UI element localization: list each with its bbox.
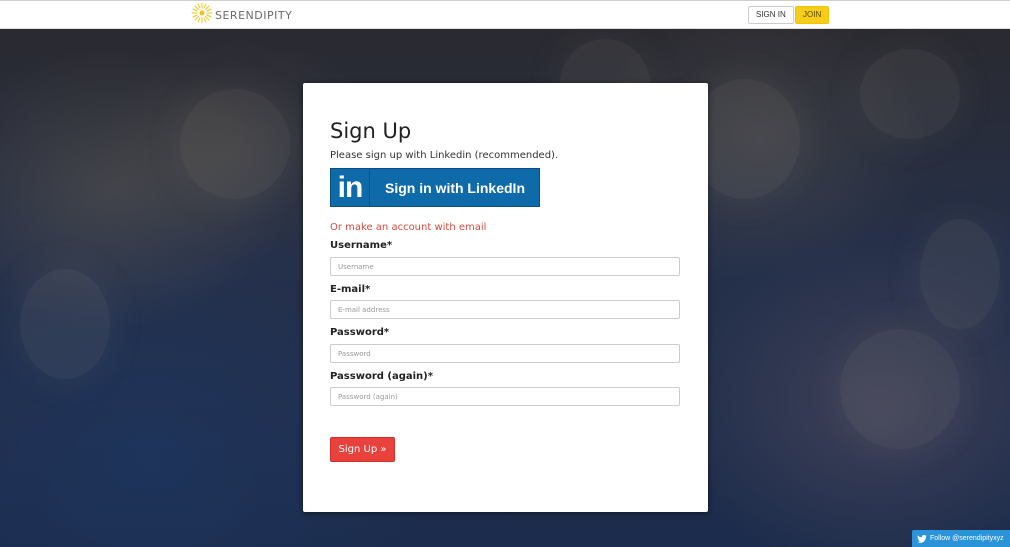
twitter-follow-button[interactable]: Follow @serendipityxyz (912, 530, 1010, 547)
brand-logo-link[interactable]: SERENDIPITY (191, 2, 293, 28)
email-signup-heading: Or make an account with email (330, 222, 487, 233)
brand-name: SERENDIPITY (215, 8, 293, 22)
sign-in-button[interactable]: SIGN IN (748, 6, 794, 24)
password-again-input[interactable] (330, 387, 680, 406)
signup-card: Sign Up Please sign up with Linkedin (re… (303, 83, 708, 512)
username-label: Username* (330, 240, 393, 251)
sign-up-button[interactable]: Sign Up » (330, 437, 395, 462)
top-navbar: SERENDIPITY SIGN IN JOIN (0, 0, 1010, 29)
sun-icon (191, 2, 213, 28)
twitter-bird-icon (917, 534, 927, 543)
bokeh-light (840, 329, 960, 449)
linkedin-signin-button[interactable]: in Sign in with LinkedIn (330, 168, 540, 207)
password-label: Password* (330, 327, 390, 338)
email-label: E-mail* (330, 284, 371, 295)
password-again-label: Password (again)* (330, 371, 433, 382)
twitter-follow-label: Follow @serendipityxyz (930, 535, 1004, 542)
password-input[interactable] (330, 344, 680, 363)
email-input[interactable] (330, 300, 680, 319)
join-button[interactable]: JOIN (795, 6, 830, 24)
linkedin-button-label: Sign in with LinkedIn (385, 179, 525, 196)
linkedin-icon: in (331, 169, 370, 206)
signup-subtitle: Please sign up with Linkedin (recommende… (330, 150, 559, 161)
bokeh-light (860, 49, 960, 139)
username-input[interactable] (330, 257, 680, 276)
page-title: Sign Up (330, 119, 412, 143)
bokeh-light (20, 269, 110, 379)
bokeh-light (180, 89, 290, 199)
bokeh-light (920, 219, 1000, 329)
